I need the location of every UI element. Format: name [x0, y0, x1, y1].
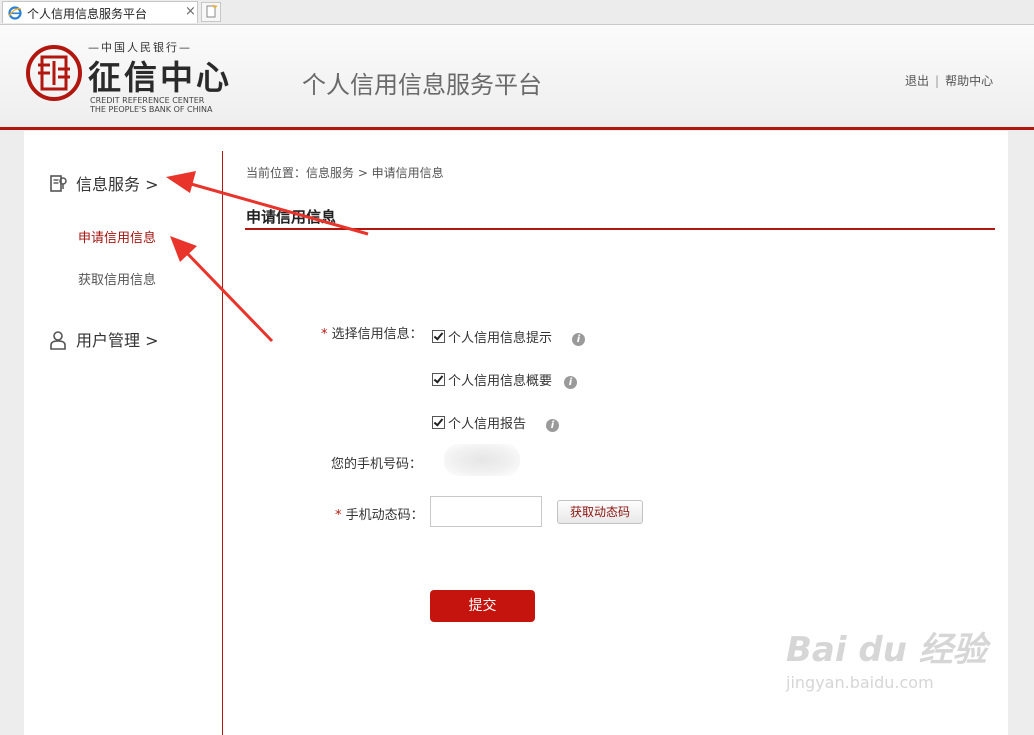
credit-center-logo[interactable]: —中国人民银行— 征信中心 CREDIT REFERENCE CENTER TH… [24, 39, 234, 119]
site-header: —中国人民银行— 征信中心 CREDIT REFERENCE CENTER TH… [0, 25, 1034, 128]
browser-tab-bar: 个人信用信息服务平台 × [0, 0, 1034, 25]
phone-number-redacted [444, 444, 520, 476]
link-separator: | [935, 74, 940, 88]
sms-code-input[interactable] [430, 496, 542, 527]
platform-title: 个人信用信息服务平台 [302, 71, 542, 99]
required-mark: * [335, 508, 342, 523]
option-credit-summary[interactable]: 个人信用信息概要 i [432, 370, 578, 389]
sms-code-label: * 手机动态码： [335, 504, 424, 523]
info-icon[interactable]: i [546, 419, 560, 432]
checkbox-checked[interactable] [432, 373, 445, 386]
user-icon [50, 331, 66, 350]
logo-en-line1: CREDIT REFERENCE CENTER [90, 96, 205, 105]
checkbox-checked[interactable] [432, 330, 445, 343]
option-credit-tip[interactable]: 个人信用信息提示 i [432, 327, 586, 346]
ie-icon [8, 6, 22, 20]
select-credit-label: * 选择信用信息： [321, 323, 423, 342]
sidebar-item-user-manage[interactable]: 用户管理 > [48, 327, 159, 351]
page-title: 申请信用信息 [246, 208, 337, 226]
sidebar-item-info-service[interactable]: 信息服务 > [48, 171, 159, 195]
seal-icon [26, 45, 82, 101]
select-credit-label-text: 选择信用信息： [331, 327, 423, 342]
top-links: 退出 | 帮助中心 [905, 72, 993, 89]
watermark-text: Bai du 经验 [786, 630, 987, 670]
logo-en-line2: THE PEOPLE'S BANK OF CHINA [90, 105, 213, 114]
option-label: 个人信用信息概要 [448, 374, 553, 389]
option-label: 个人信用报告 [448, 417, 527, 432]
sidebar-item-label: 用户管理 > [76, 331, 159, 350]
logo-main-text: 征信中心 [88, 58, 232, 97]
logout-link[interactable]: 退出 [905, 74, 929, 88]
sidebar-item-label: 信息服务 > [76, 175, 159, 194]
baidu-watermark: Bai du 经验 jingyan.baidu.com [786, 622, 987, 692]
info-icon[interactable]: i [572, 333, 586, 346]
submit-button[interactable]: 提交 [430, 590, 535, 622]
header-divider [0, 127, 1034, 130]
new-tab-icon [206, 4, 218, 18]
checkbox-checked[interactable] [432, 416, 445, 429]
option-label: 个人信用信息提示 [448, 331, 553, 346]
sms-code-label-text: 手机动态码： [345, 508, 424, 523]
sidebar-subitem-get-credit[interactable]: 获取信用信息 [78, 269, 156, 288]
breadcrumb: 当前位置：信息服务 > 申请信用信息 [246, 166, 444, 180]
document-icon [50, 175, 67, 192]
watermark-url: jingyan.baidu.com [786, 673, 934, 692]
tab-title: 个人信用信息服务平台 [27, 7, 148, 21]
info-icon[interactable]: i [564, 376, 578, 389]
new-tab-button[interactable] [201, 2, 221, 22]
browser-tab[interactable]: 个人信用信息服务平台 × [2, 1, 198, 23]
get-code-button[interactable]: 获取动态码 [557, 500, 643, 524]
help-center-link[interactable]: 帮助中心 [945, 74, 993, 88]
phone-label: 您的手机号码： [331, 457, 423, 472]
sidebar-divider [222, 151, 223, 735]
required-mark: * [321, 327, 328, 342]
sidebar-subitem-apply-credit[interactable]: 申请信用信息 [78, 227, 156, 246]
option-credit-report[interactable]: 个人信用报告 i [432, 413, 560, 432]
title-underline [245, 228, 995, 230]
tab-close-icon[interactable]: × [185, 4, 196, 19]
